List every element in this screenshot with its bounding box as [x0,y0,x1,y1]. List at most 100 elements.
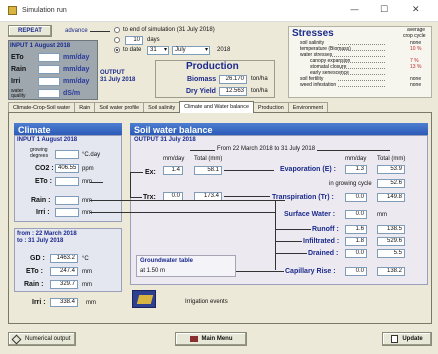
radio-to-date[interactable] [114,47,120,53]
stress-value: 10 % [410,46,422,52]
repeat-button[interactable]: REPEAT [8,25,52,37]
dry-yield-label: Dry Yield [186,88,216,95]
swb-range: From 22 March 2018 to 31 July 2018 [215,146,318,152]
radio-to-end[interactable] [114,27,120,33]
irri-label: Irri : [36,209,50,216]
mmday-head-right: mm/day [345,156,367,162]
climate-input-date: INPUT 1 August 2018 [17,137,78,143]
maximize-button[interactable]: ☐ [380,5,388,15]
input-irri-unit: mm/day [63,78,90,85]
drained-total: 5.5 [377,249,405,258]
runoff-total: 138.5 [377,225,405,234]
numerical-output-label: Numerical output [25,336,71,342]
close-button[interactable]: ✕ [412,5,420,15]
gd-value: 1463.2 [50,254,78,263]
cap-label: Capillary Rise : [285,268,336,275]
tab-climate-and-water-balance[interactable]: Climate and Water balance [179,101,254,113]
output-label: OUTPUT [100,70,125,76]
advance-label: advance [65,28,88,34]
period-from: from : 22 March 2018 [17,231,77,237]
evap-total: 53.9 [377,165,405,174]
input-rain-label: Rain [11,66,27,73]
minimize-button[interactable]: — [350,5,359,15]
update-button[interactable]: Update [382,332,432,346]
groundwater-depth: at 1.50 m [140,268,166,274]
co2-value: 406.55 [55,164,79,173]
trx-connector [130,197,142,198]
radio-days[interactable] [114,37,120,43]
input-eto-field[interactable] [38,53,60,62]
numerical-output-icon [11,334,22,344]
stress-dots [340,62,385,63]
rain-main-line [90,200,285,201]
input-panel-title: INPUT 1 August 2018 [10,43,71,49]
gd-unit: °C [82,256,89,262]
input-eto-unit: mm/day [63,54,90,61]
runoff-day: 1.6 [345,225,367,234]
stress-dots [340,74,385,75]
stress-dots [338,80,385,81]
irrigation-events-label[interactable]: Irrigation events [185,299,228,305]
window-title: Simulation run [22,7,67,14]
infil-total: 529.6 [377,237,405,246]
input-water-quality-unit: dS/m [63,90,81,97]
eto2-unit: mm [82,269,92,275]
ex-connector [130,172,143,173]
rain-field [55,196,79,205]
surface-unit: mm [377,212,387,218]
swb-title: Soil water balance [134,125,213,135]
input-irri-field[interactable] [38,77,60,86]
surface-value: 0.0 [345,210,367,219]
input-eto-label: ETo [11,54,24,61]
to-date-label: to date [123,47,142,53]
days-input[interactable]: 10 [125,36,143,45]
climate-header: Climate [14,123,122,135]
eto2-value: 247.4 [50,267,78,276]
evap-label: Evaporation (E) : [280,166,337,173]
input-rain-field[interactable] [38,65,60,74]
main-menu-icon [189,336,198,342]
ex-label: Ex: [145,169,156,176]
stress-value: none [410,82,422,88]
date-month-select[interactable]: July [172,46,210,55]
runoff-label: Runoff : [312,226,339,233]
climate-title: Climate [18,125,51,135]
drained-day: 0.0 [345,249,367,258]
input-irri-label: Irri [11,78,21,85]
input-water-quality-field[interactable] [38,89,60,98]
rain2-unit: mm [82,282,92,288]
numerical-output-button[interactable]: Numerical output [8,332,76,346]
biomass-label: Biomass [187,76,217,83]
main-menu-button[interactable]: Main Menu [175,332,247,346]
evap-day: 1.3 [345,165,367,174]
infil-label: Infiltrated : [303,238,340,245]
co2-unit: ppm [82,166,94,172]
ex-evap-line [224,170,274,171]
title-bar: Simulation run — ☐ ✕ [0,0,438,22]
rain-unit: mm [82,198,92,204]
rain2-label: Rain : [24,281,44,288]
co2-label: CO2 : [35,165,54,172]
update-icon [391,335,399,343]
trx-transp-line [224,196,270,197]
dry-yield-value: 12.563 [219,87,247,96]
period-to: to : 31 July 2018 [17,238,64,244]
biomass-unit: ton/ha [251,76,268,82]
gd-label: GD : [30,255,45,262]
irrigation-events-icon[interactable] [132,290,156,308]
swb-output-date: OUTPUT 31 July 2018 [134,137,196,143]
dry-yield-unit: ton/ha [251,88,268,94]
irri-field [55,208,79,217]
stress-dots [338,50,385,51]
drained-line [275,253,307,254]
stress-label: weed infestation [300,82,337,88]
advance-arrow [90,31,110,32]
date-day-select[interactable]: 31 [147,46,169,55]
surface-label: Surface Water : [284,211,336,218]
gdd-label: growing degrees [30,147,49,159]
infil-line [275,241,302,242]
production-title: Production [186,61,239,72]
eto-field [55,177,79,186]
rain-label: Rain : [31,197,51,204]
eto-label: ETo : [35,178,52,185]
